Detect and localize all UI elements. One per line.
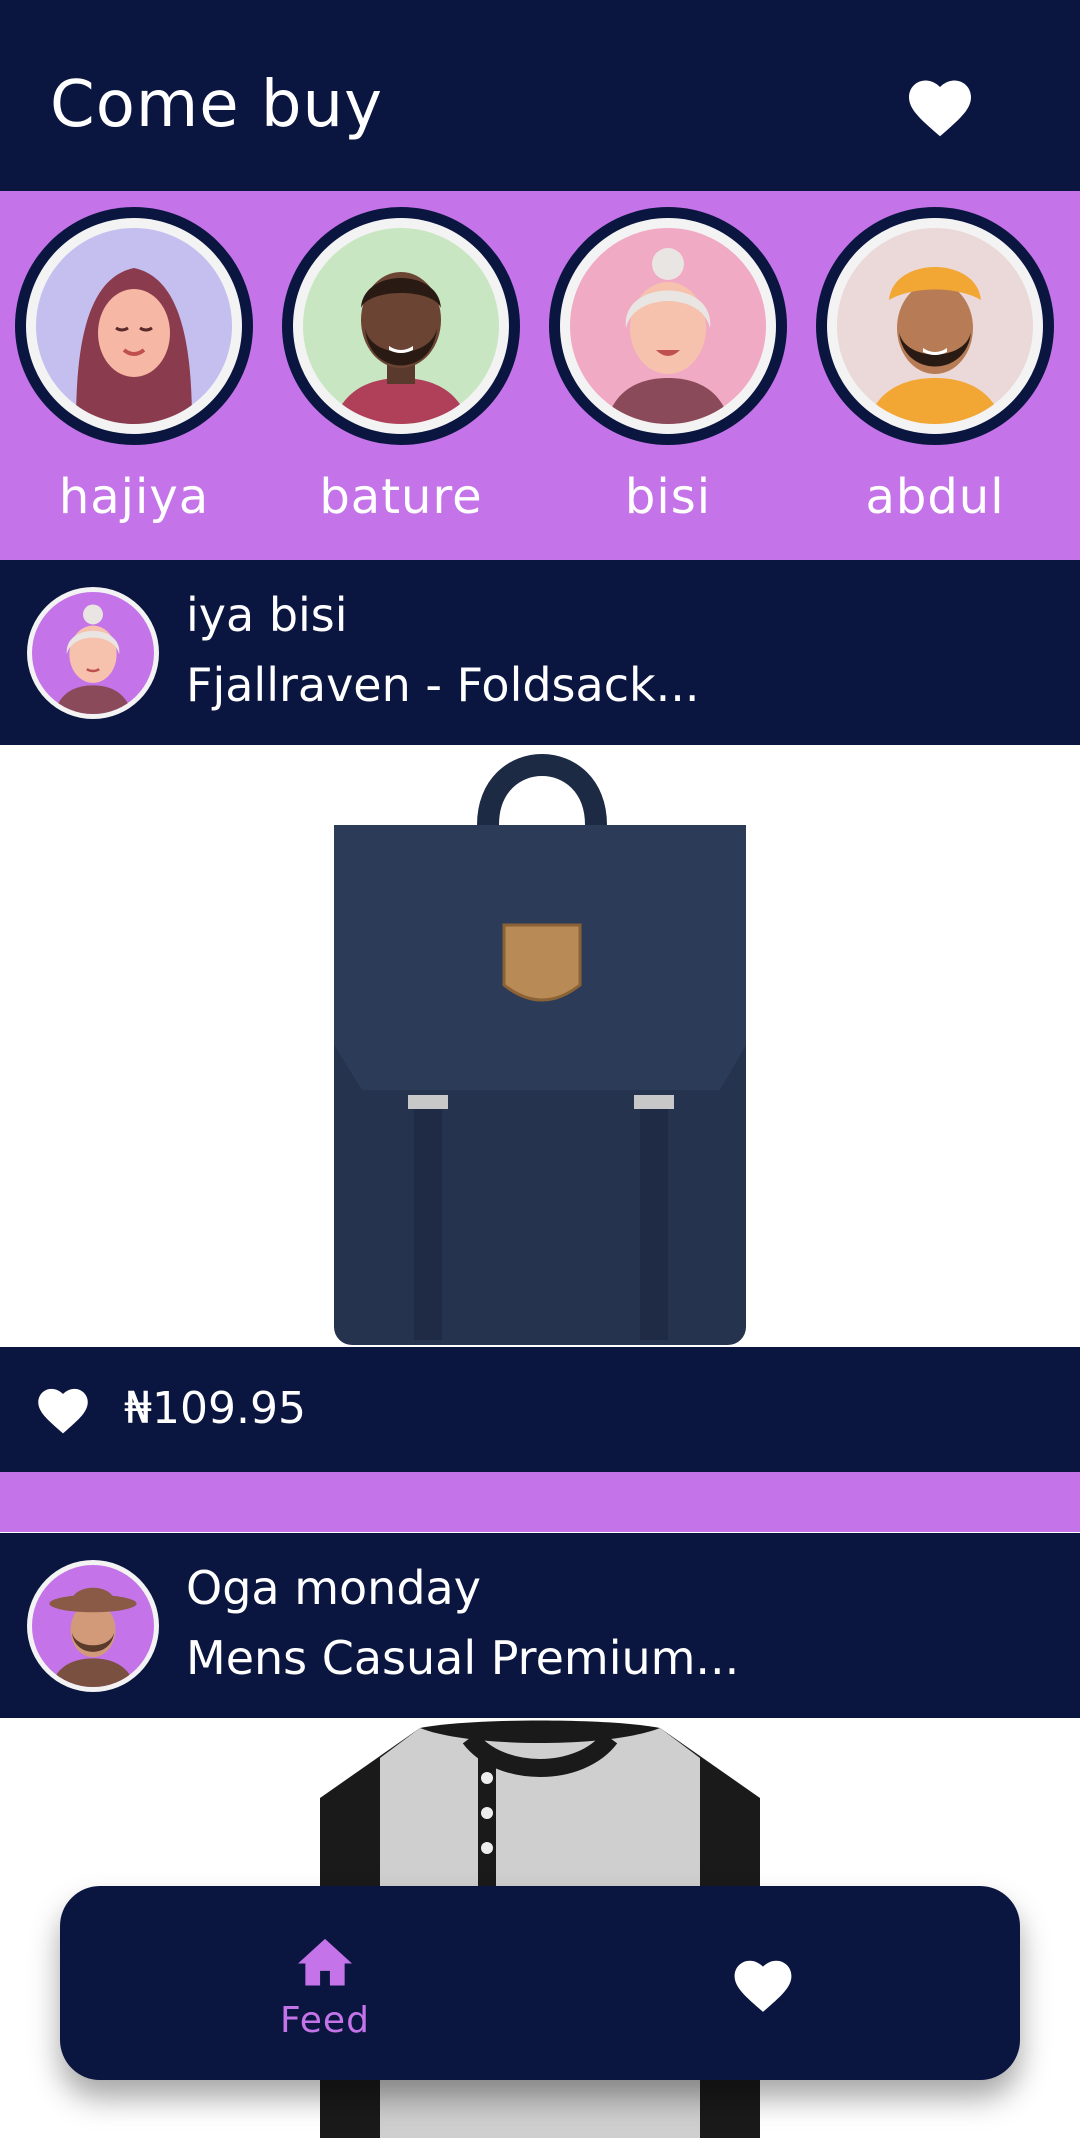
post-product-title: Mens Casual Premium... [186, 1631, 740, 1685]
avatar [36, 228, 232, 424]
post-header[interactable]: Oga monday Mens Casual Premium... [0, 1533, 1080, 1718]
backpack-image [334, 754, 746, 1345]
story-ring [549, 207, 787, 445]
app-title: Come buy [50, 68, 383, 142]
post-username: iya bisi [186, 588, 348, 642]
heart-icon[interactable] [732, 1956, 794, 2014]
story-name: bature [319, 469, 483, 525]
avatar [303, 228, 499, 424]
post-username: Oga monday [186, 1561, 481, 1615]
product-price: ₦109.95 [124, 1383, 306, 1434]
top-bar: Come buy [0, 0, 1080, 191]
home-icon [298, 1938, 352, 1986]
bottom-navigation: Feed [60, 1886, 1020, 2080]
heart-icon[interactable] [906, 76, 974, 138]
story-hajiya[interactable]: hajiya [15, 207, 253, 525]
story-ring [816, 207, 1054, 445]
story-name: abdul [865, 469, 1005, 525]
avatar [27, 1560, 159, 1692]
nav-feed-label: Feed [280, 2000, 370, 2041]
story-ring [15, 207, 253, 445]
avatar [27, 587, 159, 719]
avatar [570, 228, 766, 424]
post-footer: ₦109.95 [0, 1347, 1080, 1472]
story-bisi[interactable]: bisi [549, 207, 787, 525]
heart-icon[interactable] [36, 1385, 90, 1435]
post-header[interactable]: iya bisi Fjallraven - Foldsack... [0, 560, 1080, 745]
story-abdul[interactable]: abdul [816, 207, 1054, 525]
story-bature[interactable]: bature [282, 207, 520, 525]
product-image[interactable] [0, 745, 1080, 1345]
story-name: hajiya [58, 469, 210, 525]
avatar [837, 228, 1033, 424]
nav-feed[interactable]: Feed [260, 1934, 390, 2044]
post-product-title: Fjallraven - Foldsack... [186, 658, 700, 712]
stories-row: hajiya bature bisi abdul [0, 191, 1080, 560]
post-divider [0, 1472, 1080, 1532]
story-name: bisi [624, 469, 712, 525]
story-ring [282, 207, 520, 445]
app-screen: Come buy hajiya bature bisi abdul iya bi… [0, 0, 1080, 2151]
